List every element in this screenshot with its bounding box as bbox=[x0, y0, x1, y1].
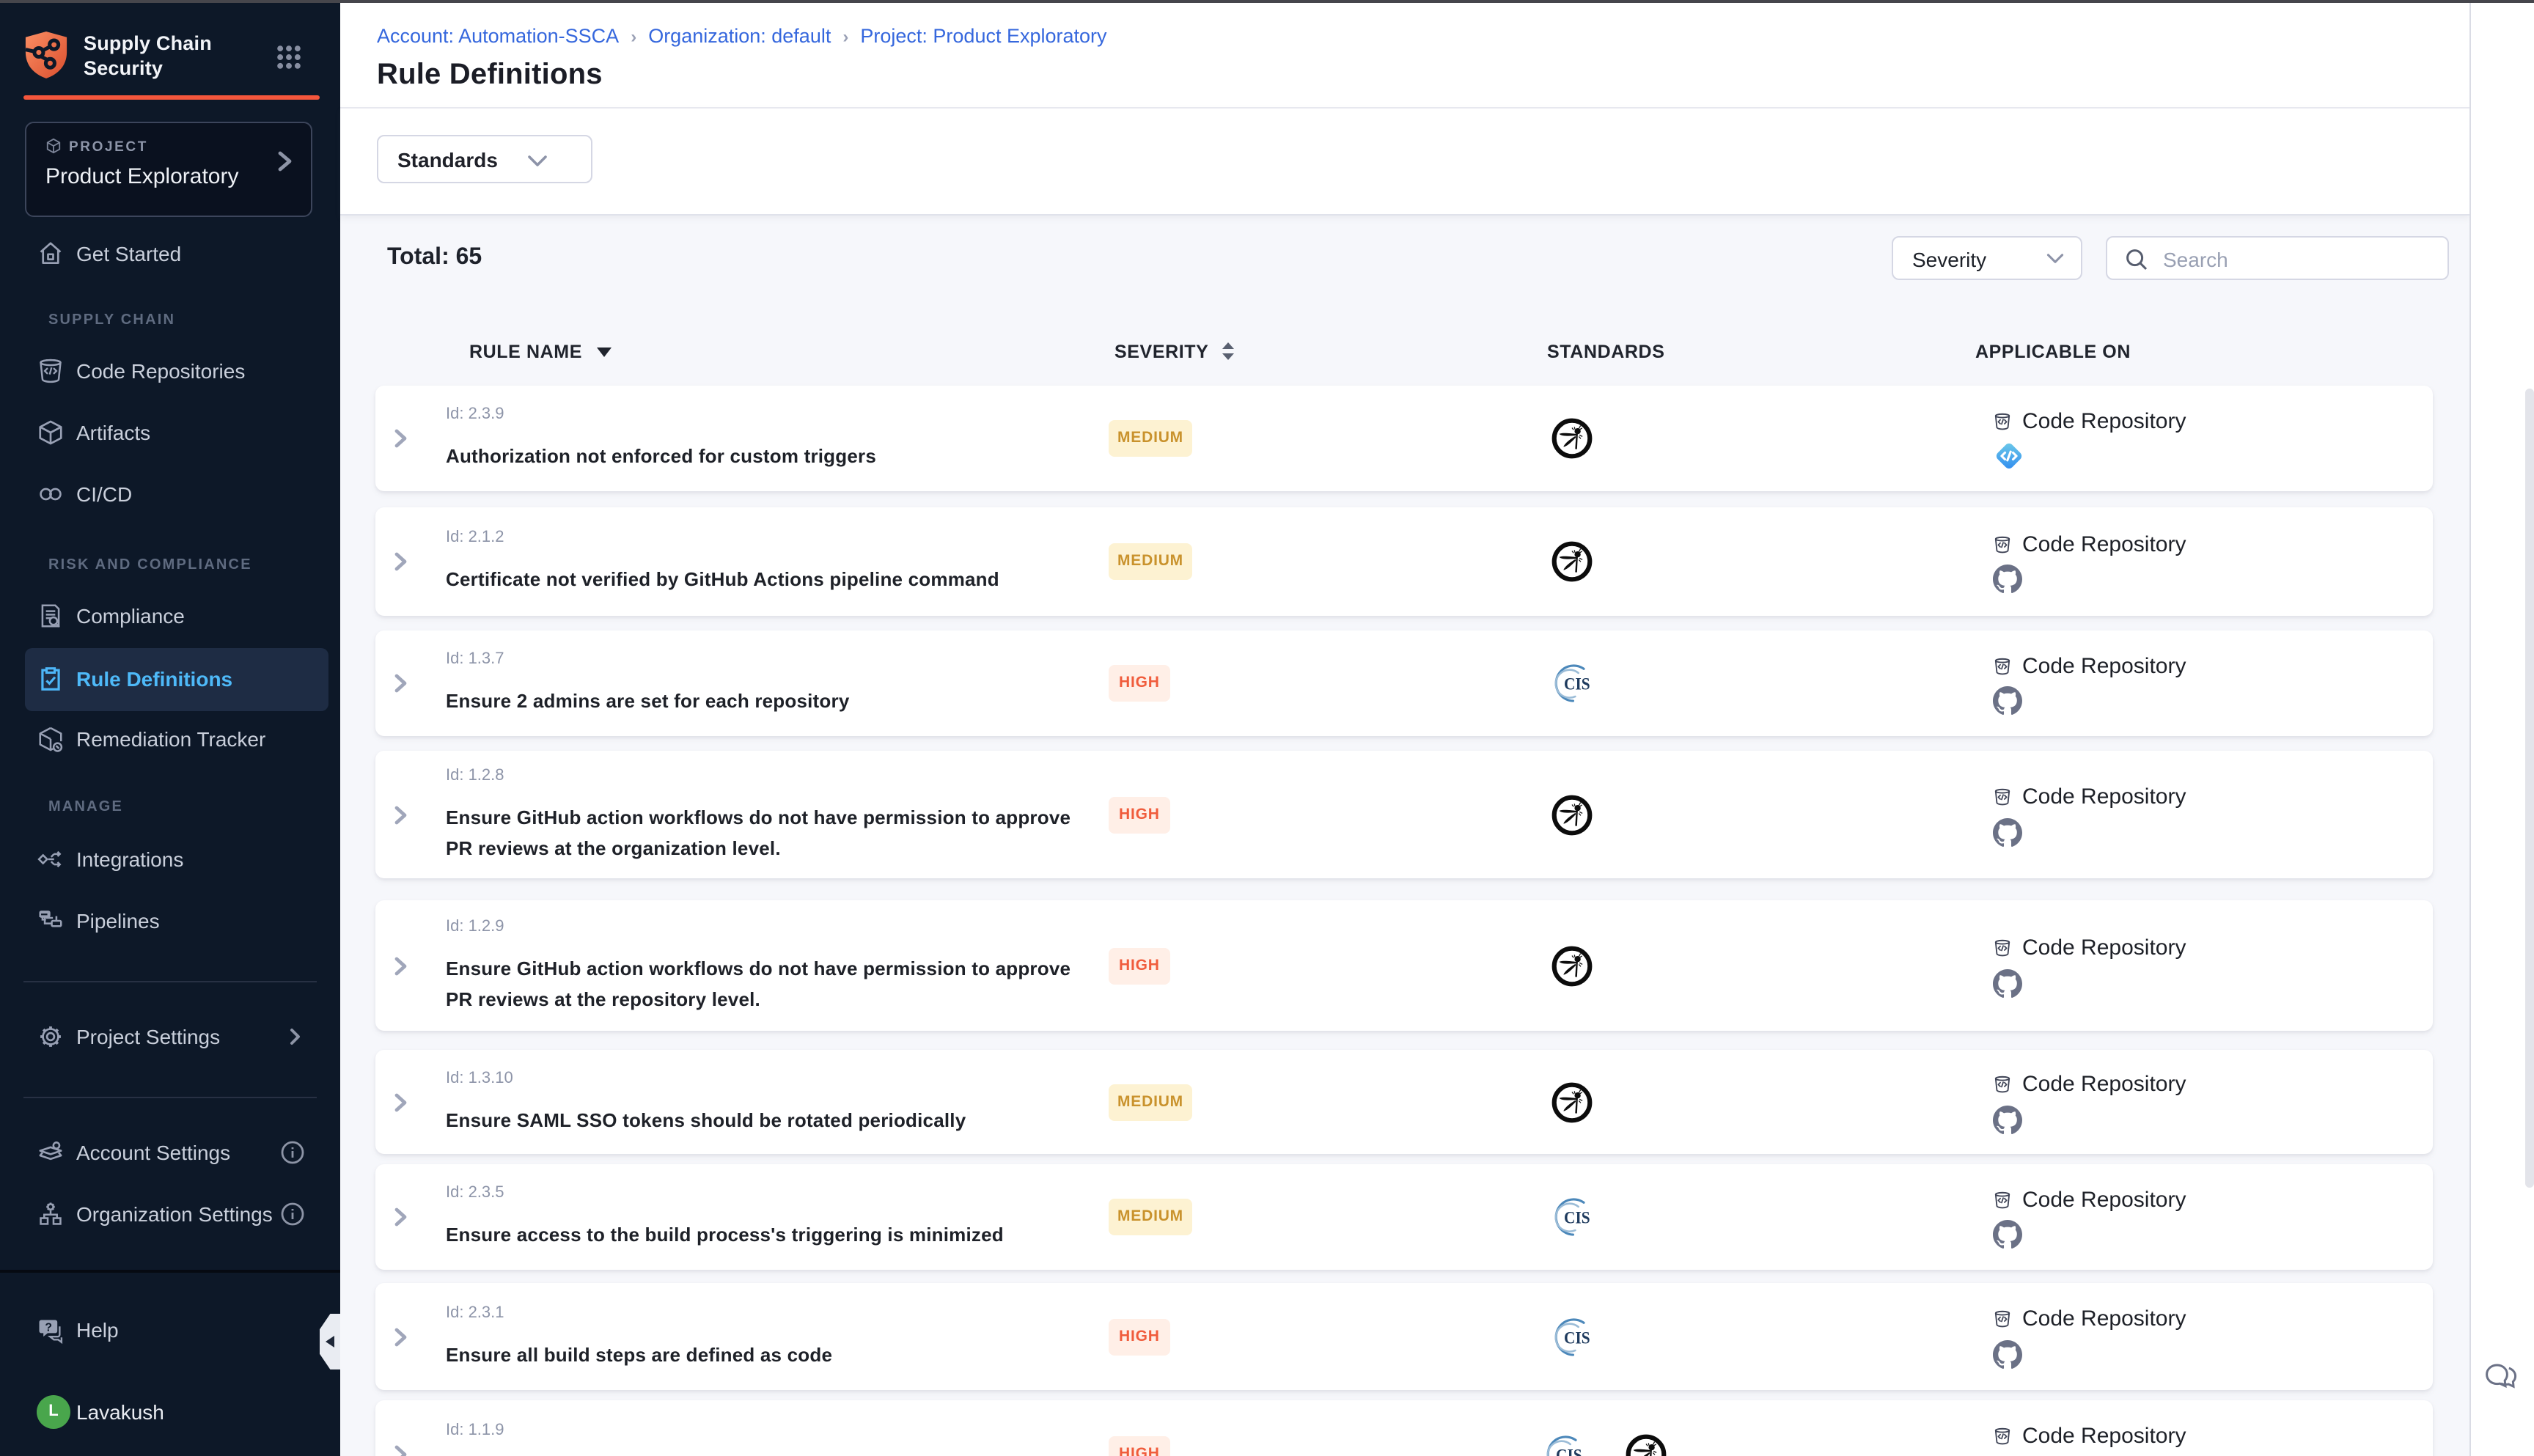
svg-text:?: ? bbox=[45, 1321, 52, 1334]
